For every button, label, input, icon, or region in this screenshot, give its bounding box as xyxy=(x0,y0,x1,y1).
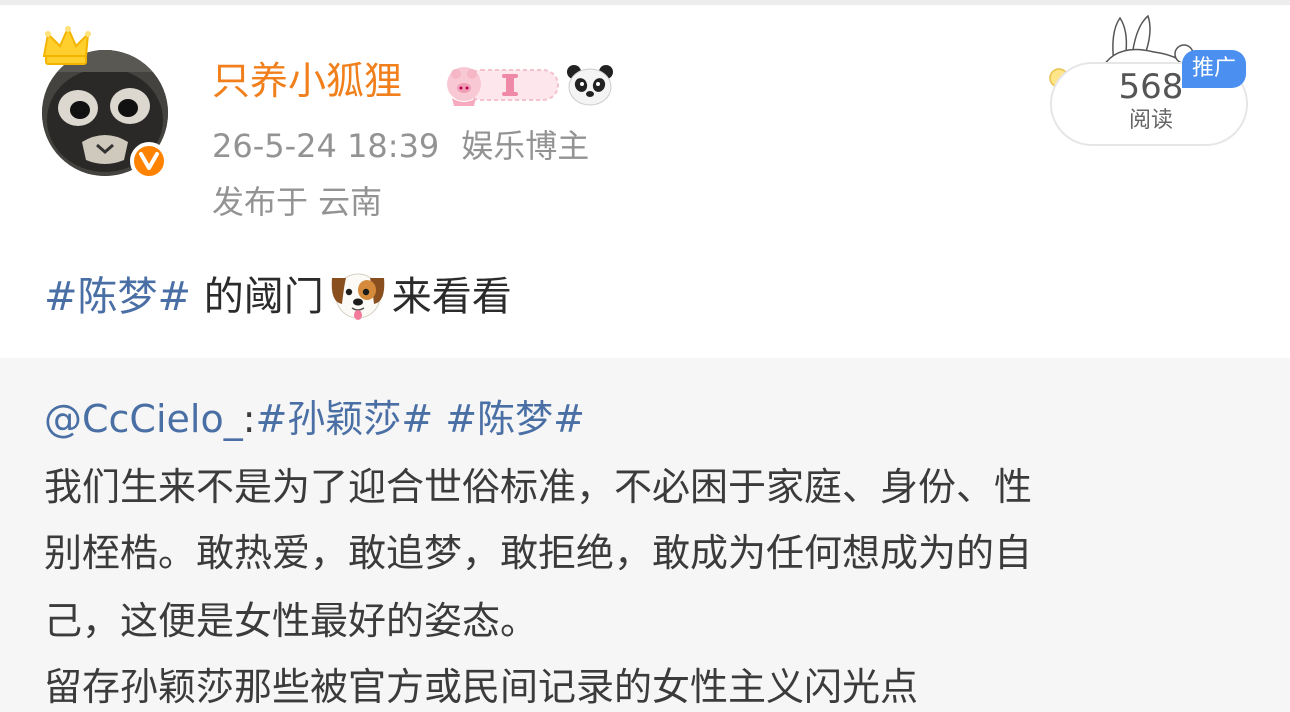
post-hashtag[interactable]: #陈梦# xyxy=(44,274,191,320)
repost-header: @CcCielo_:#孙颖莎# #陈梦# xyxy=(44,400,585,438)
repost-text-line: 己，这便是女性最好的姿态。 xyxy=(44,599,539,643)
author-avatar-group[interactable] xyxy=(38,26,178,182)
repost-mention[interactable]: @CcCielo_ xyxy=(44,397,243,441)
promote-button[interactable]: 推广 xyxy=(1182,50,1246,88)
verified-v-icon xyxy=(130,142,168,180)
repost-card[interactable]: @CcCielo_:#孙颖莎# #陈梦# 我们生来不是为了迎合世俗标准，不必困于… xyxy=(0,358,1290,712)
post-text: #陈梦# 的阈门 来看看 xyxy=(44,268,512,324)
post-text-after: 来看看 xyxy=(391,274,512,320)
repost-hashtag[interactable]: #陈梦# xyxy=(445,397,585,441)
post-timestamp: 26-5-24 18:39 xyxy=(212,127,440,165)
repost-text-line: 留存孙颖莎那些被官方或民间记录的女性主义闪光点 xyxy=(44,665,919,709)
author-name[interactable]: 只养小狐狸 xyxy=(212,62,402,100)
repost-colon: : xyxy=(242,397,256,441)
repost-hashtag[interactable]: #孙颖莎# xyxy=(256,397,434,441)
pig-bow-badge-icon[interactable] xyxy=(444,62,562,108)
repost-text-line: 别桎梏。敢热爱，敢追梦，敢拒绝，敢成为任何想成为的自 xyxy=(44,531,1033,575)
post-header: 只养小狐狸 26-5-24 18:39 娱乐博主 发布于 云南 568 阅读 推… xyxy=(0,0,1290,250)
post-meta: 26-5-24 18:39 娱乐博主 xyxy=(212,130,589,162)
author-role: 娱乐博主 xyxy=(461,127,590,165)
dog-face-emoji-icon xyxy=(331,273,385,320)
panda-icon xyxy=(567,65,613,106)
read-label: 阅读 xyxy=(1128,108,1173,133)
post-location: 发布于 云南 xyxy=(212,183,383,221)
crown-icon xyxy=(42,26,91,65)
repost-text-line: 我们生来不是为了迎合世俗标准，不必困于家庭、身份、性 xyxy=(44,465,1033,509)
post-text-before: 的阈门 xyxy=(191,274,324,320)
